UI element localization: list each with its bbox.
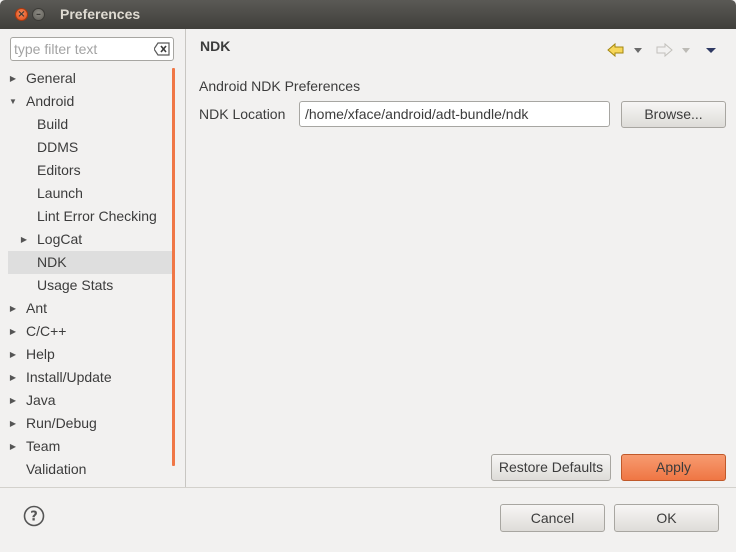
collapsed-arrow-icon[interactable]: ▶: [8, 343, 18, 366]
forward-history-dropdown-icon[interactable]: [680, 41, 692, 59]
close-window-button[interactable]: ×: [15, 8, 28, 21]
tree-item[interactable]: ▶ Team: [8, 435, 172, 458]
browse-button-label: Browse...: [644, 106, 703, 122]
window-title: Preferences: [60, 6, 141, 22]
tree-item-label: Launch: [37, 185, 83, 201]
collapsed-arrow-icon[interactable]: ▶: [8, 389, 18, 412]
back-history-dropdown-icon[interactable]: [632, 41, 644, 59]
ndk-location-label: NDK Location: [199, 106, 286, 122]
tree-item-label: Install/Update: [26, 369, 112, 385]
minimize-window-button[interactable]: –: [32, 8, 45, 21]
close-icon: ×: [17, 9, 26, 20]
filter-box[interactable]: [10, 37, 174, 61]
tree-item[interactable]: ▶ Help: [8, 343, 172, 366]
restore-defaults-label: Restore Defaults: [498, 459, 604, 475]
tree-item-label: Build: [37, 116, 69, 132]
collapsed-arrow-icon[interactable]: ▶: [8, 366, 18, 389]
tree-item[interactable]: ▶ Run/Debug: [8, 412, 172, 435]
restore-defaults-button[interactable]: Restore Defaults: [491, 454, 611, 481]
tree-item[interactable]: Validation: [8, 458, 172, 481]
browse-button[interactable]: Browse...: [621, 101, 726, 128]
tree-item[interactable]: ▶ LogCat: [8, 228, 172, 251]
page-title: NDK: [200, 38, 231, 54]
tree-item-label: Validation: [26, 461, 87, 477]
tree-item-label: Run/Debug: [26, 415, 97, 431]
dialog-button-bar: ? Cancel OK: [0, 488, 736, 552]
cancel-button[interactable]: Cancel: [500, 504, 605, 532]
tree-item[interactable]: ▼ Android: [8, 90, 172, 113]
ok-label: OK: [656, 510, 677, 526]
preference-page: NDK Android NDK Preferences NDK Location…: [186, 29, 736, 487]
view-menu-icon[interactable]: [704, 41, 718, 59]
tree-item[interactable]: Build: [8, 113, 172, 136]
preferences-dialog: × – Preferences ▶ General ▼ Android Build DDM…: [0, 0, 736, 552]
tree-scrollbar[interactable]: [172, 68, 175, 466]
help-icon[interactable]: ?: [23, 505, 45, 527]
clear-filter-icon[interactable]: [154, 42, 170, 56]
tree-item[interactable]: ▶ Install/Update: [8, 366, 172, 389]
tree-item-label: General: [26, 70, 76, 86]
preferences-navigation: ▶ General ▼ Android Build DDMS Editors Launch Li…: [0, 29, 185, 487]
section-heading: Android NDK Preferences: [199, 78, 361, 94]
apply-button[interactable]: Apply: [621, 454, 726, 481]
tree-item-label: Team: [26, 438, 61, 454]
collapsed-arrow-icon[interactable]: ▶: [8, 67, 18, 90]
tree-item-label: Ant: [26, 300, 48, 316]
expanded-arrow-icon[interactable]: ▼: [8, 90, 18, 113]
tree-item-label: Usage Stats: [37, 277, 114, 293]
forward-arrow-icon[interactable]: [654, 41, 674, 59]
tree-item-label: NDK: [37, 254, 67, 270]
svg-text:?: ?: [30, 510, 38, 525]
collapsed-arrow-icon[interactable]: ▶: [8, 320, 18, 343]
tree-item[interactable]: Launch: [8, 182, 172, 205]
collapsed-arrow-icon[interactable]: ▶: [8, 297, 18, 320]
tree-item[interactable]: Usage Stats: [8, 274, 172, 297]
tree-item[interactable]: NDK: [8, 251, 172, 274]
cancel-label: Cancel: [530, 510, 575, 526]
collapsed-arrow-icon[interactable]: ▶: [8, 435, 18, 458]
ndk-location-field[interactable]: /home/xface/android/adt-bundle/ndk: [299, 101, 610, 127]
filter-input[interactable]: [14, 40, 152, 58]
collapsed-arrow-icon[interactable]: ▶: [19, 228, 29, 251]
tree-item-label: Lint Error Checking: [37, 208, 157, 224]
tree-item[interactable]: ▶ Ant: [8, 297, 172, 320]
title-bar: × – Preferences: [0, 0, 736, 29]
tree-item-label: Help: [26, 346, 55, 362]
apply-label: Apply: [655, 459, 692, 475]
back-arrow-icon[interactable]: [606, 41, 626, 59]
collapsed-arrow-icon[interactable]: ▶: [8, 412, 18, 435]
tree-item-label: DDMS: [37, 139, 79, 155]
tree-item[interactable]: ▶ General: [8, 67, 172, 90]
preferences-tree: ▶ General ▼ Android Build DDMS Editors Launch Li…: [8, 67, 172, 477]
minimize-icon: –: [36, 9, 41, 20]
tree-item[interactable]: ▶ C/C++: [8, 320, 172, 343]
tree-item[interactable]: DDMS: [8, 136, 172, 159]
tree-item-label: C/C++: [26, 323, 67, 339]
ok-button[interactable]: OK: [614, 504, 719, 532]
tree-item[interactable]: Editors: [8, 159, 172, 182]
tree-item-label: LogCat: [37, 231, 83, 247]
tree-item-label: Editors: [37, 162, 81, 178]
tree-item[interactable]: ▶ Java: [8, 389, 172, 412]
tree-item-label: Java: [26, 392, 56, 408]
tree-item-label: Android: [26, 93, 75, 109]
tree-item[interactable]: Lint Error Checking: [8, 205, 172, 228]
